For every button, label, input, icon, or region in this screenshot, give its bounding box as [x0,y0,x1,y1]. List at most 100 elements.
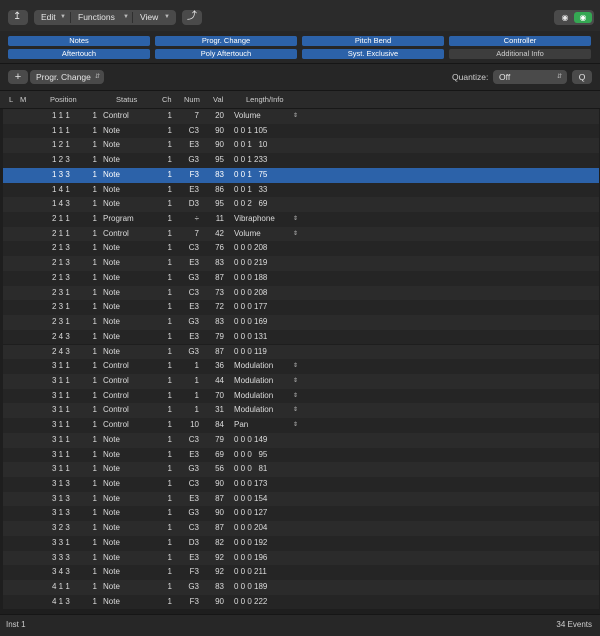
col-num[interactable]: Num [184,95,200,104]
channel-cell[interactable]: 1 [158,153,172,168]
num-cell[interactable]: 1 [185,389,199,404]
num-cell[interactable]: E3 [185,183,199,198]
length-info-cell[interactable]: 0 0 0 192 [234,536,267,551]
event-row[interactable]: 1 4 1 1 Note 1 E3 86 0 0 1 33 [3,182,599,198]
midi-thru-button[interactable]: ⤴ [182,10,202,25]
val-cell[interactable]: 87 [209,271,224,286]
status-cell[interactable]: Note [103,477,120,492]
position-cell[interactable]: 3 3 1 [52,536,70,551]
position-cell[interactable]: 3 1 1 [52,374,70,389]
num-cell[interactable]: F3 [185,595,199,610]
length-info-cell[interactable]: 0 0 0 208 [234,241,267,256]
col-m[interactable]: M [20,95,26,104]
status-cell[interactable]: Note [103,138,120,153]
num-cell[interactable]: 7 [185,109,199,124]
updown-chevron-icon[interactable]: ⇕ [293,403,298,418]
tick-cell[interactable]: 1 [87,183,97,198]
position-cell[interactable]: 3 1 1 [52,418,70,433]
status-cell[interactable]: Control [103,374,129,389]
channel-cell[interactable]: 1 [158,359,172,374]
length-info-cell[interactable]: 0 0 0 208 [234,286,267,301]
event-row[interactable]: 3 3 3 1 Note 1 E3 92 0 0 0 196 [3,550,599,566]
event-row[interactable]: 1 4 3 1 Note 1 D3 95 0 0 2 69 [3,197,599,212]
status-cell[interactable]: Note [103,300,120,315]
val-cell[interactable]: 44 [209,374,224,389]
length-info-cell[interactable]: 0 0 0 149 [234,433,267,448]
event-row[interactable]: 1 1 1 1 Control 1 7 20 Volume ⇕ [3,109,599,124]
length-info-cell[interactable]: Vibraphone [234,212,275,227]
tick-cell[interactable]: 1 [87,595,97,610]
event-row[interactable]: 2 1 3 1 Note 1 G3 87 0 0 0 188 [3,270,599,286]
event-row[interactable]: 4 1 1 1 Note 1 G3 83 0 0 0 189 [3,580,599,595]
status-cell[interactable]: Note [103,256,120,271]
position-cell[interactable]: 3 1 1 [52,403,70,418]
val-cell[interactable]: 83 [209,168,224,183]
channel-cell[interactable]: 1 [158,536,172,551]
length-info-cell[interactable]: Modulation [234,389,273,404]
channel-cell[interactable]: 1 [158,212,172,227]
event-row[interactable]: 2 1 3 1 Note 1 E3 83 0 0 0 219 [3,256,599,271]
tick-cell[interactable]: 1 [87,521,97,536]
tick-cell[interactable]: 1 [87,212,97,227]
col-position[interactable]: Position [50,95,77,104]
filter-notes[interactable]: Notes [8,36,150,46]
tick-cell[interactable]: 1 [87,241,97,256]
status-cell[interactable]: Note [103,124,120,139]
position-cell[interactable]: 1 2 3 [52,153,70,168]
position-cell[interactable]: 2 4 3 [52,345,70,360]
num-cell[interactable]: 7 [185,227,199,242]
val-cell[interactable]: 92 [209,551,224,566]
updown-chevron-icon[interactable]: ⇕ [293,109,298,124]
val-cell[interactable]: 83 [209,315,224,330]
tick-cell[interactable]: 1 [87,580,97,595]
position-cell[interactable]: 3 1 1 [52,359,70,374]
num-cell[interactable]: C3 [185,124,199,139]
num-cell[interactable]: D3 [185,536,199,551]
event-row[interactable]: 3 1 3 1 Note 1 E3 87 0 0 0 154 [3,491,599,507]
num-cell[interactable]: G3 [185,462,199,477]
filter-poly-aftertouch[interactable]: Poly Aftertouch [155,49,297,59]
event-row[interactable]: 2 3 1 1 Note 1 E3 72 0 0 0 177 [3,300,599,316]
status-cell[interactable]: Note [103,595,120,610]
num-cell[interactable]: G3 [185,153,199,168]
position-cell[interactable]: 3 1 1 [52,462,70,477]
position-cell[interactable]: 1 2 1 [52,138,70,153]
event-row[interactable]: 3 1 1 1 Control 1 1 44 Modulation ⇕ [3,373,599,389]
status-cell[interactable]: Note [103,462,120,477]
tick-cell[interactable]: 1 [87,477,97,492]
edit-menu[interactable]: Edit [41,10,56,25]
channel-cell[interactable]: 1 [158,506,172,521]
channel-cell[interactable]: 1 [158,227,172,242]
filter-program-change[interactable]: Progr. Change [155,36,297,46]
status-cell[interactable]: Control [103,227,129,242]
tick-cell[interactable]: 1 [87,565,97,580]
event-row[interactable]: 3 2 3 1 Note 1 C3 87 0 0 0 204 [3,521,599,536]
channel-cell[interactable]: 1 [158,271,172,286]
num-cell[interactable]: ÷ [185,212,199,227]
length-info-cell[interactable]: 0 0 0 169 [234,315,267,330]
event-list-view-icon[interactable]: ◉ [574,12,592,23]
val-cell[interactable]: 90 [209,506,224,521]
length-info-cell[interactable]: 0 0 2 69 [234,197,267,212]
status-cell[interactable]: Control [103,109,129,124]
length-info-cell[interactable]: 0 0 0 127 [234,506,267,521]
tick-cell[interactable]: 1 [87,109,97,124]
status-cell[interactable]: Note [103,241,120,256]
num-cell[interactable]: E3 [185,551,199,566]
tick-cell[interactable]: 1 [87,271,97,286]
updown-chevron-icon[interactable]: ⇕ [293,212,298,227]
add-event-button[interactable]: + [8,70,28,84]
length-info-cell[interactable]: 0 0 0 189 [234,580,267,595]
length-info-cell[interactable]: 0 0 0 154 [234,492,267,507]
status-cell[interactable]: Note [103,506,120,521]
tick-cell[interactable]: 1 [87,330,97,345]
val-cell[interactable]: 20 [209,109,224,124]
length-info-cell[interactable]: 0 0 0 188 [234,271,267,286]
event-row[interactable]: 1 3 3 1 Note 1 F3 83 0 0 1 75 [3,167,599,183]
num-cell[interactable]: E3 [185,330,199,345]
event-row[interactable]: 2 3 1 1 Note 1 G3 83 0 0 0 169 [3,315,599,330]
position-cell[interactable]: 2 1 3 [52,271,70,286]
channel-cell[interactable]: 1 [158,403,172,418]
length-info-cell[interactable]: 0 0 1 33 [234,183,267,198]
val-cell[interactable]: 83 [209,256,224,271]
